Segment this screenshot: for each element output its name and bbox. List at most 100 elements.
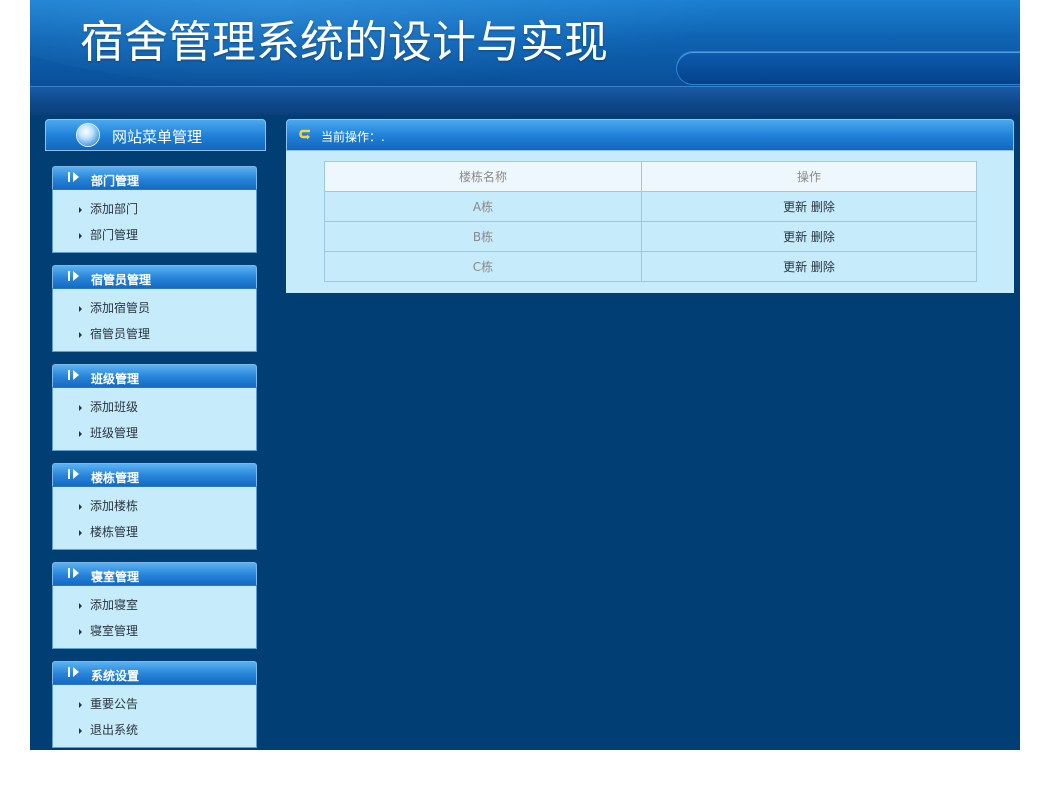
update-link[interactable]: 更新 (783, 260, 807, 274)
triangle-bullet-icon (79, 628, 82, 635)
menu-group-dormitory: 寝室管理 添加寝室 寝室管理 (52, 562, 257, 649)
menu-item-label: 部门管理 (90, 228, 139, 242)
table-header-row: 楼栋名称 操作 (324, 161, 977, 192)
triangle-bullet-icon (79, 701, 82, 708)
menu-item-label: 添加寝室 (90, 598, 139, 612)
table-row: C栋 更新 删除 (324, 251, 977, 282)
triangle-bullet-icon (79, 331, 82, 338)
triangle-bullet-icon (79, 232, 82, 239)
menu-group-header[interactable]: 楼栋管理 (52, 463, 257, 486)
building-table: 楼栋名称 操作 A栋 更新 删除 B栋 更新 删除 C栋 更新 删除 (324, 161, 977, 282)
menu-group-title: 系统设置 (91, 669, 140, 683)
menu-group-department: 部门管理 添加部门 部门管理 (52, 166, 257, 253)
menu-group-title: 班级管理 (91, 372, 140, 386)
main-panel-body: 楼栋名称 操作 A栋 更新 删除 B栋 更新 删除 C栋 更新 删除 (286, 151, 1014, 293)
main-panel: 当前操作：. 楼栋名称 操作 A栋 更新 删除 B栋 更新 删除 C栋 更新 删… (286, 119, 1014, 294)
play-arrow-icon-tri (73, 370, 79, 380)
play-arrow-icon-tri (73, 568, 79, 578)
triangle-bullet-icon (79, 727, 82, 734)
play-arrow-icon (68, 469, 70, 479)
menu-group-system: 系统设置 重要公告 退出系统 (52, 661, 257, 748)
operations-cell: 更新 删除 (641, 191, 977, 222)
delete-link[interactable]: 删除 (811, 230, 835, 244)
menu-item-manage-dormitory[interactable]: 寝室管理 (79, 622, 138, 640)
triangle-bullet-icon (79, 430, 82, 437)
menu-item-manage-class[interactable]: 班级管理 (79, 424, 138, 442)
menu-group-header[interactable]: 寝室管理 (52, 562, 257, 585)
menu-item-label: 楼栋管理 (90, 525, 139, 539)
building-name-cell: C栋 (324, 251, 642, 282)
column-header-operations: 操作 (641, 161, 977, 192)
column-header-building-name: 楼栋名称 (324, 161, 642, 192)
sidebar: 网站菜单管理 部门管理 添加部门 部门管理 宿管员管理 添加宿管员 宿管员管理 (45, 119, 266, 750)
triangle-bullet-icon (79, 602, 82, 609)
header-decoration (677, 52, 1020, 84)
menu-group-body: 添加楼栋 楼栋管理 (52, 486, 257, 550)
menu-item-label: 寝室管理 (90, 624, 139, 638)
menu-group-building: 楼栋管理 添加楼栋 楼栋管理 (52, 463, 257, 550)
triangle-bullet-icon (79, 503, 82, 510)
menu-item-label: 添加楼栋 (90, 499, 139, 513)
menu-group-header[interactable]: 宿管员管理 (52, 265, 257, 288)
update-link[interactable]: 更新 (783, 200, 807, 214)
current-operation-label: 当前操作：. (321, 130, 385, 144)
building-name-cell: B栋 (324, 221, 642, 252)
globe-icon (77, 124, 99, 146)
menu-group-title: 楼栋管理 (91, 471, 140, 485)
play-arrow-icon-tri (73, 667, 79, 677)
app-window: 宿舍管理系统的设计与实现 网站菜单管理 部门管理 添加部门 部门管理 宿管员管理 (30, 0, 1020, 750)
main-panel-header: 当前操作：. (286, 119, 1014, 151)
menu-group-body: 添加寝室 寝室管理 (52, 585, 257, 649)
delete-link[interactable]: 删除 (811, 200, 835, 214)
menu-item-label: 重要公告 (90, 697, 139, 711)
menu-item-logout[interactable]: 退出系统 (79, 721, 138, 739)
return-arrow-icon (299, 129, 310, 140)
play-arrow-icon (68, 568, 70, 578)
menu-group-header[interactable]: 班级管理 (52, 364, 257, 387)
sidebar-header: 网站菜单管理 (45, 119, 266, 151)
sidebar-title: 网站菜单管理 (112, 128, 203, 146)
menu-item-label: 退出系统 (90, 723, 139, 737)
menu-item-announcement[interactable]: 重要公告 (79, 695, 138, 713)
menu-group-title: 寝室管理 (91, 570, 140, 584)
menu-item-manage-building[interactable]: 楼栋管理 (79, 523, 138, 541)
menu-group-body: 添加宿管员 宿管员管理 (52, 288, 257, 352)
menu-group-header[interactable]: 系统设置 (52, 661, 257, 684)
menu-item-label: 添加部门 (90, 202, 139, 216)
triangle-bullet-icon (79, 404, 82, 411)
play-arrow-icon-tri (73, 469, 79, 479)
play-arrow-icon (68, 271, 70, 281)
menu-group-class: 班级管理 添加班级 班级管理 (52, 364, 257, 451)
triangle-bullet-icon (79, 206, 82, 213)
play-arrow-icon-tri (73, 271, 79, 281)
play-arrow-icon (68, 667, 70, 677)
menu-group-title: 宿管员管理 (91, 273, 152, 287)
menu-item-manage-department[interactable]: 部门管理 (79, 226, 138, 244)
update-link[interactable]: 更新 (783, 230, 807, 244)
menu-item-label: 添加班级 (90, 400, 139, 414)
menu-item-add-department[interactable]: 添加部门 (79, 200, 138, 218)
menu-group-dorm-keeper: 宿管员管理 添加宿管员 宿管员管理 (52, 265, 257, 352)
delete-link[interactable]: 删除 (811, 260, 835, 274)
menu-item-manage-keeper[interactable]: 宿管员管理 (79, 325, 150, 343)
menu-item-add-dormitory[interactable]: 添加寝室 (79, 596, 138, 614)
menu-item-add-building[interactable]: 添加楼栋 (79, 497, 138, 515)
triangle-bullet-icon (79, 305, 82, 312)
operations-cell: 更新 删除 (641, 251, 977, 282)
menu-group-header[interactable]: 部门管理 (52, 166, 257, 189)
header-subbar (30, 86, 1020, 115)
menu-item-add-class[interactable]: 添加班级 (79, 398, 138, 416)
menu-group-body: 添加班级 班级管理 (52, 387, 257, 451)
table-row: A栋 更新 删除 (324, 191, 977, 222)
building-name-cell: A栋 (324, 191, 642, 222)
menu-group-title: 部门管理 (91, 174, 140, 188)
menu-item-label: 班级管理 (90, 426, 139, 440)
menu-group-body: 重要公告 退出系统 (52, 684, 257, 748)
play-arrow-icon (68, 370, 70, 380)
menu-item-label: 宿管员管理 (90, 327, 151, 341)
menu-group-body: 添加部门 部门管理 (52, 189, 257, 253)
play-arrow-icon (68, 172, 70, 182)
menu-item-add-keeper[interactable]: 添加宿管员 (79, 299, 150, 317)
header-banner: 宿舍管理系统的设计与实现 (30, 0, 1020, 86)
app-title: 宿舍管理系统的设计与实现 (80, 17, 608, 68)
